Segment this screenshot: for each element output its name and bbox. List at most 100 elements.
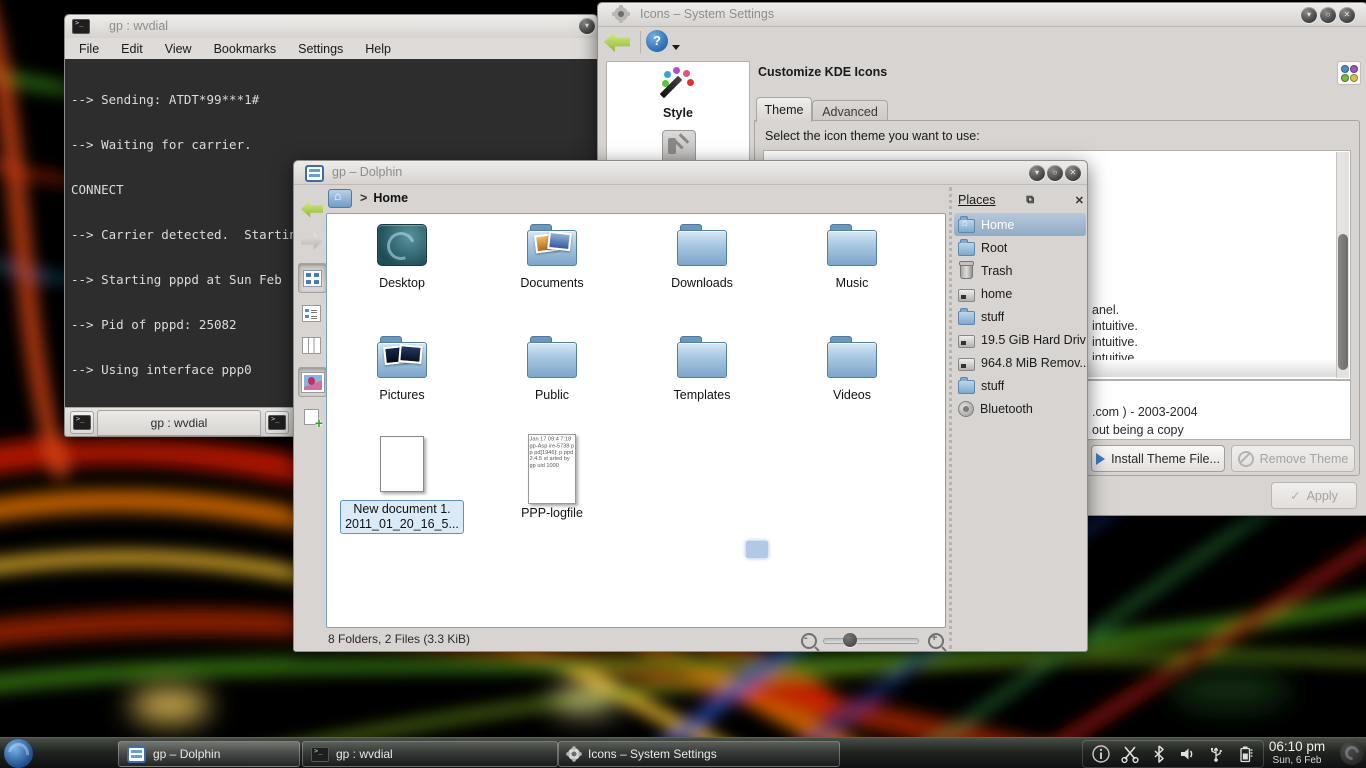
- folder-item-templates[interactable]: Templates: [642, 336, 762, 402]
- drive-icon: [958, 358, 975, 371]
- close-panel-icon[interactable]: ✕: [1075, 194, 1084, 207]
- places-item-hard-drive[interactable]: 19.5 GiB Hard Drive: [954, 328, 1086, 351]
- breadcrumb-separator: >: [360, 191, 367, 205]
- forward-button[interactable]: [298, 227, 325, 255]
- documents-folder-icon: [527, 224, 577, 266]
- folder-item-downloads[interactable]: Downloads: [642, 224, 762, 290]
- file-item-ppp-logfile[interactable]: Jan 17 09:4 7:18 gp-Asp ire-5738 pp pd[1…: [492, 434, 612, 520]
- file-name-line1: New document 1.: [345, 502, 459, 517]
- details-view-button[interactable]: [298, 299, 325, 327]
- minimize-button[interactable]: ▾: [1301, 7, 1317, 23]
- menu-view[interactable]: View: [165, 42, 192, 56]
- dolphin-titlebar[interactable]: gp – Dolphin ▾ ○ ✕: [294, 161, 1087, 185]
- maximize-button[interactable]: ○: [1047, 165, 1063, 181]
- usb-device-notifier-icon[interactable]: [1206, 744, 1226, 764]
- back-button[interactable]: [298, 195, 325, 223]
- split-view-button[interactable]: [298, 403, 325, 431]
- places-item-home[interactable]: Home: [954, 213, 1086, 236]
- icons-view-button[interactable]: [298, 263, 327, 293]
- places-header[interactable]: Places ⧉ ✕: [958, 191, 1084, 209]
- home-folder-icon[interactable]: [328, 189, 352, 208]
- folder-item-videos[interactable]: Videos: [792, 336, 912, 402]
- places-item-stuff2[interactable]: stuff: [954, 374, 1086, 397]
- minimize-button[interactable]: ▾: [1029, 165, 1045, 181]
- chevron-down-icon[interactable]: [672, 45, 680, 50]
- install-theme-button[interactable]: Install Theme File...: [1091, 445, 1225, 472]
- columns-view-button[interactable]: [298, 331, 325, 359]
- battery-device-icon[interactable]: [1235, 744, 1255, 764]
- theme-description-line: out being a copy: [1092, 423, 1184, 437]
- preview-button[interactable]: [298, 367, 327, 397]
- menu-file[interactable]: File: [79, 42, 99, 56]
- scrollbar-thumb[interactable]: [1338, 234, 1348, 370]
- folder-item-desktop[interactable]: Desktop: [342, 224, 462, 290]
- item-label: Documents: [520, 276, 583, 290]
- remove-theme-label: Remove Theme: [1260, 452, 1349, 466]
- item-label: Pictures: [379, 388, 424, 402]
- scrollbar[interactable]: [1336, 152, 1349, 378]
- app-launcher-icon[interactable]: [4, 739, 33, 768]
- menu-bookmarks[interactable]: Bookmarks: [214, 42, 277, 56]
- close-button[interactable]: ✕: [1065, 165, 1081, 181]
- folder-view[interactable]: Desktop Documents Downloads Music: [326, 213, 946, 628]
- menu-edit[interactable]: Edit: [121, 42, 143, 56]
- klipper-scissors-icon[interactable]: [1120, 744, 1140, 764]
- tab-list-button[interactable]: [265, 411, 289, 434]
- settings-titlebar[interactable]: Icons – System Settings ▾ ○ ✕: [598, 3, 1366, 27]
- tab-advanced[interactable]: Advanced: [812, 100, 888, 122]
- task-system-settings[interactable]: Icons – System Settings: [558, 741, 840, 767]
- places-item-home-partition[interactable]: home: [954, 282, 1086, 305]
- terminal-line: --> Waiting for carrier.: [71, 137, 597, 152]
- theme-list-row[interactable]: intuitive.: [1092, 335, 1138, 349]
- task-dolphin[interactable]: gp – Dolphin: [118, 741, 300, 767]
- tab-theme[interactable]: Theme: [756, 97, 812, 122]
- zoom-out-icon[interactable]: -: [801, 633, 817, 649]
- terminal-icon: [73, 415, 91, 430]
- theme-description-line: .com ) - 2003-2004: [1092, 405, 1198, 419]
- zoom-slider-handle[interactable]: [843, 633, 857, 647]
- close-button[interactable]: ✕: [1339, 7, 1355, 23]
- help-button[interactable]: ?: [646, 30, 668, 52]
- zoom-in-icon[interactable]: +: [928, 633, 944, 649]
- theme-list-row[interactable]: intuitive.: [1092, 319, 1138, 333]
- file-item-new-document[interactable]: New document 1. 2011_01_20_16_5...: [342, 436, 462, 534]
- places-item-removable[interactable]: 964.8 MiB Remov...: [954, 351, 1086, 374]
- columns-view-icon: [302, 337, 321, 354]
- remove-theme-button[interactable]: Remove Theme: [1231, 445, 1355, 472]
- terminal-titlebar[interactable]: gp : wvdial ▾ ○ ✕: [65, 15, 597, 39]
- folder-icon: [527, 336, 577, 378]
- maximize-button[interactable]: ○: [1320, 7, 1336, 23]
- bluetooth-icon[interactable]: [1149, 744, 1169, 764]
- folder-item-music[interactable]: Music: [792, 224, 912, 290]
- terminal-line: --> Sending: ATDT*99***1#: [71, 92, 597, 107]
- folder-item-pictures[interactable]: Pictures: [342, 336, 462, 402]
- menu-settings[interactable]: Settings: [298, 42, 343, 56]
- volume-icon[interactable]: [1177, 744, 1197, 764]
- clock-widget[interactable]: 06:10 pm Sun, 6 Feb: [1258, 740, 1336, 766]
- places-item-root[interactable]: Root: [954, 236, 1086, 259]
- item-label: Desktop: [379, 276, 425, 290]
- terminal-tab[interactable]: gp : wvdial: [97, 410, 261, 436]
- back-button[interactable]: [604, 32, 630, 52]
- overview-dots-icon[interactable]: [1337, 61, 1361, 85]
- detach-panel-icon[interactable]: ⧉: [1026, 194, 1034, 207]
- places-item-bluetooth[interactable]: Bluetooth: [954, 397, 1086, 420]
- task-label: gp : wvdial: [336, 747, 393, 761]
- menu-help[interactable]: Help: [365, 42, 391, 56]
- theme-list-row[interactable]: anel.: [1092, 303, 1119, 317]
- info-icon[interactable]: [1091, 744, 1111, 764]
- task-wvdial-terminal[interactable]: gp : wvdial: [302, 741, 558, 767]
- folder-item-public[interactable]: Public: [492, 336, 612, 402]
- panel-toolbox-cashew-icon[interactable]: [1340, 741, 1364, 765]
- zoom-slider-track[interactable]: [823, 638, 919, 644]
- places-item-trash[interactable]: Trash: [954, 259, 1086, 282]
- apply-button[interactable]: ✓ Apply: [1271, 482, 1357, 509]
- breadcrumb-home[interactable]: Home: [373, 191, 408, 205]
- home-icon: [958, 219, 975, 233]
- workspace-tools-icon[interactable]: [662, 130, 696, 164]
- item-label: Music: [836, 276, 869, 290]
- folder-item-documents[interactable]: Documents: [492, 224, 612, 290]
- places-item-stuff[interactable]: stuff: [954, 305, 1086, 328]
- new-tab-button[interactable]: [70, 411, 94, 434]
- minimize-button[interactable]: ▾: [579, 18, 595, 34]
